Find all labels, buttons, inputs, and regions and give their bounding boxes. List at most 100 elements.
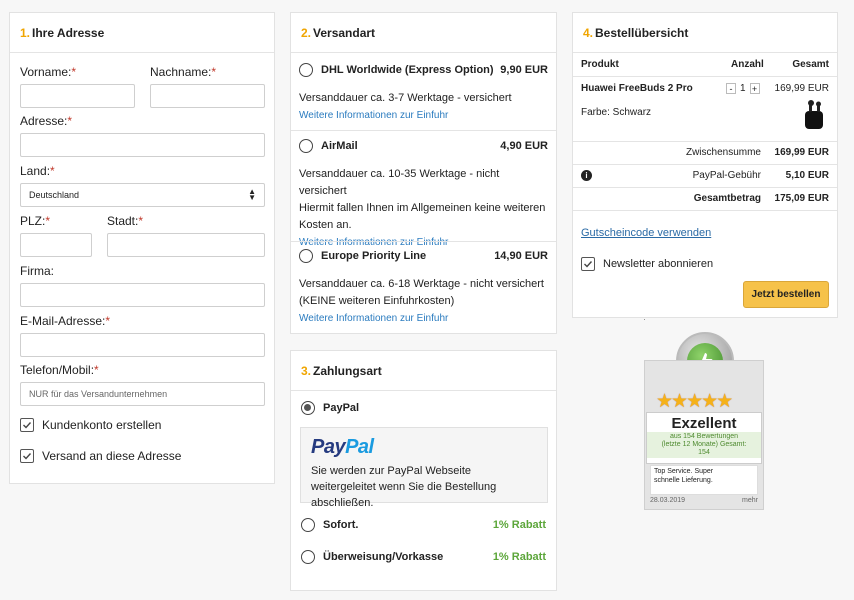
shipping-option-europe[interactable]: Europe Priority Line 14,90 EUR Versanddau…	[291, 249, 556, 327]
telefon-label: Telefon/Mobil:	[20, 363, 95, 377]
firma-label: Firma:	[20, 264, 54, 278]
summary-heading-num: 4.	[583, 25, 594, 40]
col-product: Produkt	[581, 59, 619, 70]
newsletter-row[interactable]: Newsletter abonnieren	[581, 257, 713, 271]
telefon-placeholder: NUR für das Versandunternehmen	[29, 389, 168, 399]
kundenkonto-label: Kundenkonto erstellen	[42, 418, 162, 432]
address-heading: 1. Ihre Adresse	[10, 13, 274, 53]
versand-checkbox[interactable]	[20, 449, 34, 463]
fee-value: 5,10 EUR	[785, 170, 829, 181]
qty-value[interactable]: 1	[740, 83, 746, 94]
ueberweisung-radio[interactable]	[301, 550, 315, 564]
sofort-label: Sofort.	[323, 519, 359, 531]
email-label: E-Mail-Adresse:	[20, 314, 106, 328]
ueberweisung-option[interactable]: Überweisung/Vorkasse 1% Rabatt	[301, 550, 546, 564]
info-icon[interactable]: i	[581, 170, 592, 181]
vorname-input[interactable]	[20, 84, 135, 108]
stadt-input[interactable]	[107, 233, 265, 257]
shipping-option-dhl[interactable]: DHL Worldwide (Express Option) 9,90 EUR V…	[291, 63, 556, 124]
payment-panel: 3. Zahlungsart PayPal PayPal Sie werden …	[290, 350, 557, 591]
shipping-heading-text: Versandart	[313, 25, 376, 40]
dhl-info-link[interactable]: Weitere Informationen zur Einfuhr	[299, 107, 548, 124]
product-color: Farbe: Schwarz	[581, 107, 652, 118]
adresse-input[interactable]	[20, 133, 265, 157]
product-row: Huawei FreeBuds 2 Pro - 1 + 169,99 EUR	[573, 83, 837, 94]
vorname-label: Vorname:	[20, 65, 72, 79]
summary-heading-text: Bestellübersicht	[595, 25, 689, 40]
order-button[interactable]: Jetzt bestellen	[743, 281, 829, 308]
summary-table-header: Produkt Anzahl Gesamt	[573, 59, 837, 70]
newsletter-checkbox[interactable]	[581, 257, 595, 271]
badge-rating: Exzellent	[671, 415, 737, 432]
qty-plus-button[interactable]: +	[749, 83, 760, 94]
airmail-radio[interactable]	[299, 139, 313, 153]
shipping-heading-num: 2.	[301, 25, 312, 40]
dhl-radio[interactable]	[299, 63, 313, 77]
badge-quote1: Top Service. Super	[654, 468, 714, 475]
badge-quote2: schnelle Lieferung.	[654, 477, 713, 484]
sofort-radio[interactable]	[301, 518, 315, 532]
paypal-logo: PayPal	[311, 436, 374, 458]
email-input[interactable]	[20, 333, 265, 357]
shipping-panel: 2. Versandart DHL Worldwide (Express Opt…	[290, 12, 557, 334]
check-icon	[23, 422, 32, 429]
badge-more-link[interactable]: mehr	[742, 497, 758, 504]
paypal-option[interactable]: PayPal	[301, 401, 359, 415]
fee-label: PayPal-Gebühr	[692, 170, 761, 181]
airmail-desc-2: Hiermit fallen Ihnen im Allgemeinen kein…	[299, 202, 546, 231]
qty-minus-button[interactable]: -	[726, 83, 736, 94]
sofort-option[interactable]: Sofort. 1% Rabatt	[301, 518, 546, 532]
versand-label: Versand an diese Adresse	[42, 449, 182, 463]
check-icon	[23, 453, 32, 460]
land-label: Land:	[20, 164, 51, 178]
check-icon	[584, 261, 593, 268]
europe-desc: Versanddauer ca. 6-18 Werktage - nicht v…	[299, 278, 544, 290]
plz-label: PLZ:	[20, 214, 46, 228]
total-value: 175,09 EUR	[774, 193, 829, 204]
airmail-price: 4,90 EUR	[500, 140, 548, 152]
nachname-input[interactable]	[150, 84, 265, 108]
telefon-input[interactable]: NUR für das Versandunternehmen	[20, 382, 265, 406]
col-qty: Anzahl	[731, 59, 764, 70]
shipping-heading: 2. Versandart	[291, 13, 556, 53]
payment-heading-text: Zahlungsart	[313, 363, 382, 378]
europe-radio[interactable]	[299, 249, 313, 263]
ueberweisung-discount: 1% Rabatt	[492, 551, 546, 563]
total-label: Gesamtbetrag	[693, 193, 761, 204]
newsletter-label: Newsletter abonnieren	[603, 258, 714, 270]
firma-input[interactable]	[20, 283, 265, 307]
payment-heading: 3. Zahlungsart	[291, 351, 556, 391]
shipping-option-airmail[interactable]: AirMail 4,90 EUR Versanddauer ca. 10-35 W…	[291, 139, 556, 251]
airmail-name: AirMail	[321, 140, 358, 152]
land-select[interactable]: Deutschland ▲ ▼	[20, 183, 265, 207]
address-heading-text: Ihre Adresse	[32, 25, 105, 40]
subtotal-label: Zwischensumme	[685, 147, 761, 158]
paypal-text: Sie werden zur PayPal Webseite weitergel…	[311, 465, 497, 509]
summary-panel: 4. Bestellübersicht Produkt Anzahl Gesam…	[572, 12, 838, 318]
address-panel: 1. Ihre Adresse Vorname:* Nachname:* Adr…	[9, 12, 275, 484]
airmail-desc: Versanddauer ca. 10-35 Werktage - nicht …	[299, 168, 500, 197]
select-arrows-icon: ▲ ▼	[248, 187, 256, 202]
earbuds-product-icon	[803, 99, 825, 131]
ueberweisung-label: Überweisung/Vorkasse	[323, 551, 444, 563]
badge-sub1: aus 154 Bewertungen	[669, 433, 739, 440]
europe-price: 14,90 EUR	[494, 250, 548, 262]
summary-heading: 4. Bestellübersicht	[573, 13, 837, 53]
coupon-link[interactable]: Gutscheincode verwenden	[581, 227, 711, 239]
paypal-label: PayPal	[323, 402, 360, 414]
ekomi-badge[interactable]: KUNDENAUSZEICHNUNG · eKomi ★★★★★ Exzelle…	[644, 319, 764, 510]
badge-ring-text: KUNDENAUSZEICHNUNG · eKomi	[644, 319, 645, 320]
total-row: Gesamtbetrag 175,09 EUR	[573, 193, 837, 204]
land-value: Deutschland	[29, 190, 80, 200]
payment-heading-num: 3.	[301, 363, 312, 378]
kundenkonto-checkbox[interactable]	[20, 418, 34, 432]
fee-row: i PayPal-Gebühr 5,10 EUR	[573, 170, 837, 181]
plz-input[interactable]	[20, 233, 92, 257]
kundenkonto-row[interactable]: Kundenkonto erstellen	[20, 418, 161, 432]
subtotal-value: 169,99 EUR	[774, 147, 829, 158]
dhl-desc: Versanddauer ca. 3-7 Werktage - versiche…	[299, 92, 512, 104]
europe-info-link[interactable]: Weitere Informationen zur Einfuhr	[299, 310, 548, 327]
nachname-label: Nachname:	[150, 65, 212, 79]
paypal-radio[interactable]	[301, 401, 315, 415]
versand-row[interactable]: Versand an diese Adresse	[20, 449, 181, 463]
